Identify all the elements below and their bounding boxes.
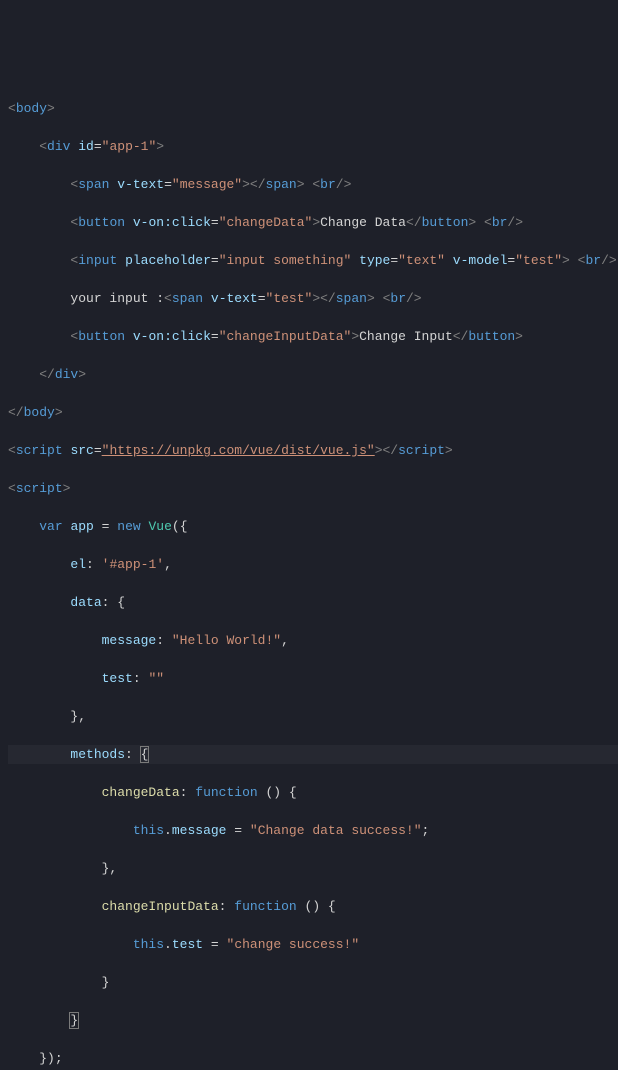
val-placeholder: "input something" [219,253,352,268]
tag-button: button [78,215,125,230]
tag-input: input [78,253,117,268]
val-el: '#app-1' [102,557,164,572]
prop-test: test [102,671,133,686]
tag-script: script [16,443,63,458]
code-line: <script src="https://unpkg.com/vue/dist/… [8,441,618,460]
code-line: message: "Hello World!", [8,631,618,650]
fn-changedata: changeData [102,785,180,800]
code-line: test: "" [8,669,618,688]
kw-this: this [133,823,164,838]
text-change-data: Change Data [320,215,406,230]
tag-div: div [47,139,70,154]
code-line: changeInputData: function () { [8,897,618,916]
attr-vtext: v-text [117,177,164,192]
val-id: "app-1" [102,139,157,154]
attr-id: id [78,139,94,154]
prop-message: message [102,633,157,648]
prop-el: el [70,557,86,572]
fn-changeinputdata: changeInputData [102,899,219,914]
val-message: "Hello World!" [172,633,281,648]
code-line: <button v-on:click="changeData">Change D… [8,213,618,232]
val-changeinputdata: "changeInputData" [219,329,352,344]
matching-brace: } [69,1012,79,1029]
val-vmodel: "test" [515,253,562,268]
class-vue: Vue [149,519,172,534]
code-line: <div id="app-1"> [8,137,618,156]
kw-function: function [195,785,257,800]
val-assign-msg: "Change data success!" [250,823,422,838]
val-vtext-test: "test" [266,291,313,306]
code-line: your input :<span v-text="test"></span> … [8,289,618,308]
code-line: }, [8,859,618,878]
val-vtext-msg: "message" [172,177,242,192]
val-src-url: "https://unpkg.com/vue/dist/vue.js" [102,443,375,458]
code-line: }, [8,707,618,726]
val-changedata: "changeData" [219,215,313,230]
code-line: } [8,973,618,992]
code-editor: <body> <div id="app-1"> <span v-text="me… [8,80,618,1070]
val-assign-test: "change success!" [227,937,360,952]
kw-new: new [117,519,140,534]
code-line: el: '#app-1', [8,555,618,574]
var-app: app [70,519,93,534]
code-line: }); [8,1049,618,1068]
val-type: "text" [398,253,445,268]
attr-vmodel: v-model [453,253,508,268]
text-your-input: your input : [70,291,164,306]
code-line: this.test = "change success!" [8,935,618,954]
code-line: } [8,1011,618,1030]
text-change-input: Change Input [359,329,453,344]
code-line: var app = new Vue({ [8,517,618,536]
code-line-active: methods: { [8,745,618,764]
kw-var: var [39,519,62,534]
prop-data: data [70,595,101,610]
code-line: changeData: function () { [8,783,618,802]
attr-vonclick: v-on:click [133,215,211,230]
attr-type: type [359,253,390,268]
tag-span: span [78,177,109,192]
code-line: </body> [8,403,618,422]
code-line: <body> [8,99,618,118]
code-line: <input placeholder="input something" typ… [8,251,618,270]
code-line: <button v-on:click="changeInputData">Cha… [8,327,618,346]
attr-placeholder: placeholder [125,253,211,268]
prop-methods: methods [70,747,125,762]
cursor-brace: { [140,746,150,763]
code-line: <script> [8,479,618,498]
val-test: "" [148,671,164,686]
code-line: <span v-text="message"></span> <br/> [8,175,618,194]
code-line: this.message = "Change data success!"; [8,821,618,840]
tag-body: body [16,101,47,116]
code-line: data: { [8,593,618,612]
attr-src: src [70,443,93,458]
tag-br: br [320,177,336,192]
code-line: </div> [8,365,618,384]
